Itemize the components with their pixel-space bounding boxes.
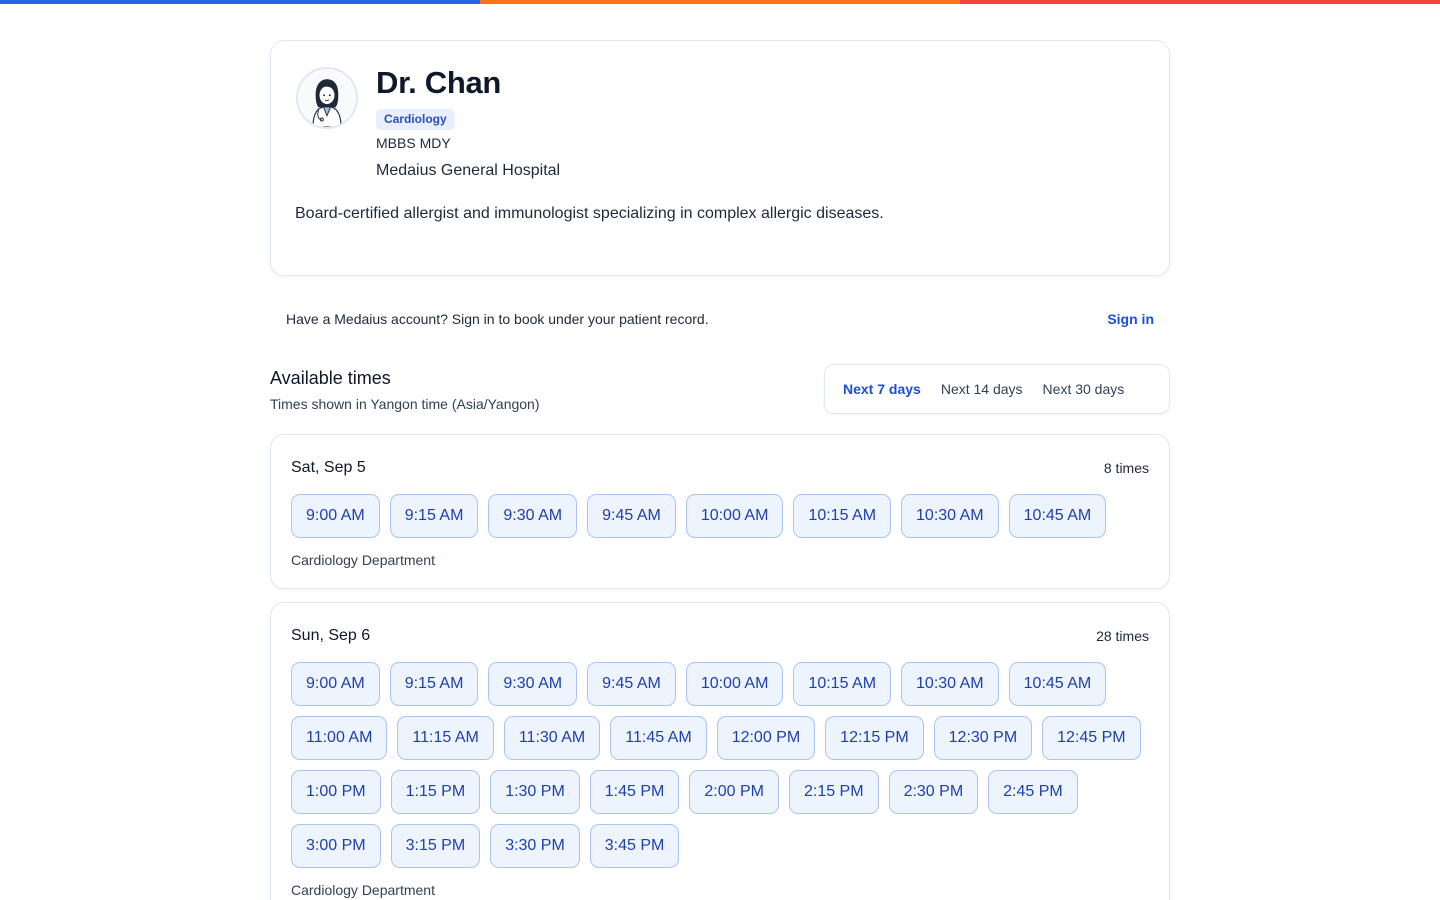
time-slot-button[interactable]: 12:30 PM: [933, 716, 1033, 760]
time-slot-button[interactable]: 9:15 AM: [389, 494, 479, 538]
time-slot-button[interactable]: 11:30 AM: [503, 716, 601, 760]
time-slot-button[interactable]: 11:00 AM: [291, 716, 388, 760]
time-slot-button[interactable]: 10:15 AM: [793, 662, 892, 706]
time-slot-list: 9:00 AM 9:15 AM 9:30 AM 9:45 AM 10:00 AM 10:1…: [291, 662, 1151, 868]
time-slot-button[interactable]: 9:00 AM: [291, 494, 380, 538]
time-slot-button[interactable]: 10:30 AM: [901, 494, 999, 538]
time-slot-button[interactable]: 11:45 AM: [610, 716, 707, 760]
time-slot-button[interactable]: 1:15 PM: [390, 770, 481, 814]
signin-link[interactable]: Sign in: [1107, 311, 1154, 327]
day-slot-count: 8 times: [1103, 460, 1149, 476]
time-slot-button[interactable]: 9:45 AM: [587, 662, 676, 706]
time-slot-button[interactable]: 3:30 PM: [490, 824, 580, 868]
time-slot-button[interactable]: 9:15 AM: [389, 662, 479, 706]
tab-next-14-days[interactable]: Next 14 days: [931, 381, 1033, 397]
signin-banner: Have a Medaius account? Sign in to book …: [270, 276, 1170, 364]
doctor-avatar-icon: [296, 67, 358, 129]
doctor-profile-card: Dr. Chan Cardiology MBBS MDY Medaius Gen…: [270, 40, 1170, 276]
doctor-hospital: Medaius General Hospital: [376, 162, 561, 179]
main-container: Dr. Chan Cardiology MBBS MDY Medaius Gen…: [270, 40, 1170, 900]
time-slot-button[interactable]: 3:00 PM: [291, 824, 381, 868]
time-slot-button[interactable]: 9:30 AM: [488, 662, 578, 706]
time-slot-button[interactable]: 10:15 AM: [793, 494, 892, 538]
accent-bar-red: [960, 0, 1440, 4]
time-slot-button[interactable]: 9:45 AM: [587, 494, 676, 538]
time-slot-button[interactable]: 10:00 AM: [685, 662, 784, 706]
time-slot-button[interactable]: 10:30 AM: [901, 662, 999, 706]
time-slot-button[interactable]: 10:00 AM: [685, 494, 784, 538]
day-card: Sun, Sep 6 28 times 9:00 AM 9:15 AM 9:30 A…: [270, 602, 1170, 900]
day-header: Sat, Sep 5 8 times: [291, 459, 1149, 477]
timezone-note: Times shown in Yangon time (Asia/Yangon): [270, 396, 540, 412]
time-slot-button[interactable]: 9:00 AM: [291, 662, 380, 706]
time-slot-button[interactable]: 2:45 PM: [988, 770, 1078, 814]
doctor-name: Dr. Chan: [376, 65, 502, 100]
availability-header: Available times Times shown in Yangon ti…: [270, 364, 1170, 434]
time-slot-list: 9:00 AM 9:15 AM 9:30 AM 9:45 AM 10:00 AM 10:1…: [291, 494, 1151, 538]
tab-next-30-days[interactable]: Next 30 days: [1033, 381, 1135, 397]
time-slot-button[interactable]: 2:00 PM: [689, 770, 779, 814]
top-accent-bar: [0, 0, 1440, 4]
time-slot-button[interactable]: 3:45 PM: [589, 824, 680, 868]
day-date: Sat, Sep 5: [291, 459, 366, 476]
time-slot-button[interactable]: 2:15 PM: [788, 770, 879, 814]
time-slot-button[interactable]: 12:15 PM: [825, 716, 924, 760]
time-slot-button[interactable]: 1:30 PM: [490, 770, 580, 814]
time-slot-button[interactable]: 1:00 PM: [291, 770, 381, 814]
doctor-bio: Board-certified allergist and immunologi…: [295, 205, 884, 222]
time-slot-button[interactable]: 10:45 AM: [1008, 494, 1107, 538]
time-slot-button[interactable]: 1:45 PM: [589, 770, 680, 814]
day-card: Sat, Sep 5 8 times 9:00 AM 9:15 AM 9:30 AM…: [270, 434, 1170, 589]
tab-next-7-days[interactable]: Next 7 days: [833, 381, 931, 397]
time-slot-button[interactable]: 9:30 AM: [488, 494, 578, 538]
time-slot-button[interactable]: 3:15 PM: [390, 824, 481, 868]
time-slot-button[interactable]: 10:45 AM: [1008, 662, 1107, 706]
accent-bar-blue: [0, 0, 480, 4]
range-tabs: Next 7 days Next 14 days Next 30 days: [824, 364, 1170, 414]
specialty-badge: Cardiology: [376, 109, 455, 130]
time-slot-button[interactable]: 12:45 PM: [1042, 716, 1141, 760]
department-label: Cardiology Department: [291, 552, 435, 568]
time-slot-button[interactable]: 11:15 AM: [397, 716, 494, 760]
day-date: Sun, Sep 6: [291, 627, 371, 644]
doctor-qualifications: MBBS MDY: [376, 135, 451, 151]
day-header: Sun, Sep 6 28 times: [291, 627, 1149, 645]
day-slot-count: 28 times: [1096, 628, 1149, 644]
signin-prompt: Have a Medaius account? Sign in to book …: [286, 311, 709, 327]
accent-bar-orange: [480, 0, 960, 4]
time-slot-button[interactable]: 12:00 PM: [716, 716, 816, 760]
department-label: Cardiology Department: [291, 882, 435, 898]
time-slot-button[interactable]: 2:30 PM: [888, 770, 979, 814]
availability-title: Available times: [270, 368, 391, 388]
